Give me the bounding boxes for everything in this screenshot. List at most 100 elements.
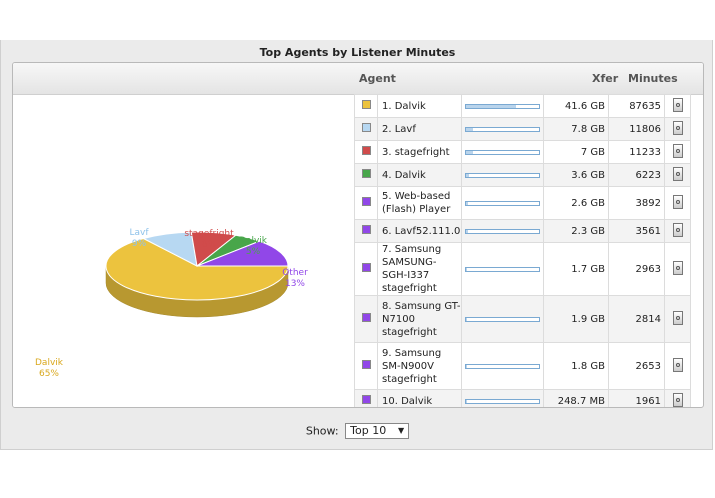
row-swatch-cell [354, 186, 378, 220]
show-select[interactable]: Top 10 ▼ [345, 423, 410, 439]
agent-xfer: 1.7 GB [543, 242, 609, 296]
table-row: 3. stagefright 7 GB 11233 [354, 140, 691, 164]
usage-bar-fill [466, 150, 473, 154]
show-control: Show: Top 10 ▼ [1, 423, 714, 439]
row-swatch-cell [354, 94, 378, 118]
table-row: 9. Samsung SM-N900V stagefright 1.8 GB 265… [354, 342, 691, 390]
usage-bar-fill [466, 201, 469, 205]
agent-name: 6. Lavf52.111.0 [377, 219, 462, 243]
pie-slice-label: Lavf [129, 228, 149, 238]
usage-bar-fill [466, 173, 469, 177]
color-swatch [361, 313, 371, 322]
color-swatch [361, 225, 371, 234]
table-row: 2. Lavf 7.8 GB 11806 [354, 117, 691, 141]
agent-name: 1. Dalvik [377, 94, 462, 118]
agent-xfer: 1.8 GB [543, 342, 609, 390]
row-action-cell [664, 389, 691, 407]
table-row: 6. Lavf52.111.0 2.3 GB 3561 [354, 219, 691, 243]
agents-table: 1. Dalvik 41.6 GB 87635 2. Lavf 7.8 GB 11806 3… [354, 94, 691, 407]
player-icon[interactable] [672, 97, 683, 112]
col-agent: Agent [359, 72, 396, 85]
row-swatch-cell [354, 117, 378, 141]
color-swatch [361, 263, 371, 272]
player-icon[interactable] [672, 120, 683, 135]
agent-name: 9. Samsung SM-N900V stagefright [377, 342, 462, 390]
row-swatch-cell [354, 342, 378, 390]
pie-slice-percent: 13% [285, 279, 305, 289]
agent-xfer: 41.6 GB [543, 94, 609, 118]
pie-slice-label: Dalvik [239, 236, 268, 246]
table-row: 1. Dalvik 41.6 GB 87635 [354, 94, 691, 118]
table-row: 5. Web-based (Flash) Player 2.6 GB 3892 [354, 186, 691, 220]
usage-bar [465, 398, 540, 404]
col-minutes: Minutes [628, 72, 678, 85]
row-swatch-cell [354, 140, 378, 164]
usage-bar-cell [461, 242, 544, 296]
panel-title: Top Agents by Listener Minutes [259, 46, 456, 59]
pie-slice-percent: 65% [39, 369, 59, 379]
usage-bar-fill [466, 364, 468, 368]
agent-xfer: 1.9 GB [543, 295, 609, 343]
row-action-cell [664, 342, 691, 390]
agent-minutes: 2653 [608, 342, 665, 390]
usage-bar-cell [461, 140, 544, 164]
row-action-cell [664, 117, 691, 141]
agent-name: 2. Lavf [377, 117, 462, 141]
usage-bar [465, 103, 540, 109]
table-row: 7. Samsung SAMSUNG-SGH-I337 stagefright 1… [354, 242, 691, 296]
usage-bar [465, 172, 540, 178]
player-icon[interactable] [672, 357, 683, 372]
usage-bar-cell [461, 94, 544, 118]
agent-minutes: 11233 [608, 140, 665, 164]
pie-slice-percent: 8% [202, 240, 217, 250]
row-swatch-cell [354, 219, 378, 243]
agent-minutes: 2963 [608, 242, 665, 296]
usage-bar-cell [461, 389, 544, 407]
usage-bar-cell [461, 295, 544, 343]
usage-bar-cell [461, 219, 544, 243]
player-icon[interactable] [672, 260, 683, 275]
agent-name: 10. Dalvik [377, 389, 462, 407]
player-icon[interactable] [672, 392, 683, 407]
color-swatch [361, 146, 371, 155]
table-header: Agent Xfer Minutes [13, 63, 703, 95]
agent-minutes: 11806 [608, 117, 665, 141]
usage-bar-fill [466, 127, 474, 131]
pie-chart-area: Dalvik 65% Lavf 9% stagefright 8% Dalvik 5% Othe… [13, 95, 354, 407]
agent-minutes: 1961 [608, 389, 665, 407]
color-swatch [361, 360, 371, 369]
usage-bar-cell [461, 186, 544, 220]
player-icon[interactable] [672, 143, 683, 158]
show-select-value: Top 10 [350, 424, 387, 437]
player-icon[interactable] [672, 166, 683, 181]
agent-name: 3. stagefright [377, 140, 462, 164]
usage-bar [465, 363, 540, 369]
usage-bar [465, 316, 540, 322]
usage-bar [465, 126, 540, 132]
agent-minutes: 87635 [608, 94, 665, 118]
pie-slice-percent: 5% [246, 247, 261, 257]
agent-minutes: 3561 [608, 219, 665, 243]
usage-bar-cell [461, 117, 544, 141]
table-row: 8. Samsung GT-N7100 stagefright 1.9 GB 281… [354, 295, 691, 343]
col-xfer: Xfer [592, 72, 619, 85]
table-row: 10. Dalvik 248.7 MB 1961 [354, 389, 691, 407]
usage-bar-fill [466, 267, 468, 271]
row-action-cell [664, 163, 691, 187]
pie-chart: Dalvik65%Lavf9%stagefright8% Dalvik5%Othe… [35, 228, 308, 379]
agent-xfer: 248.7 MB [543, 389, 609, 407]
player-icon[interactable] [672, 310, 683, 325]
usage-bar [465, 266, 540, 272]
player-icon[interactable] [672, 222, 683, 237]
row-action-cell [664, 219, 691, 243]
pie-slice-percent: 9% [132, 239, 147, 249]
usage-bar [465, 149, 540, 155]
color-swatch [361, 100, 371, 109]
player-icon[interactable] [672, 194, 683, 209]
agent-xfer: 7.8 GB [543, 117, 609, 141]
usage-bar [465, 228, 540, 234]
row-action-cell [664, 295, 691, 343]
usage-bar-fill [466, 317, 468, 321]
top-agents-panel: Top Agents by Listener Minutes Agent Xfe… [0, 40, 713, 450]
show-label: Show: [305, 424, 339, 438]
